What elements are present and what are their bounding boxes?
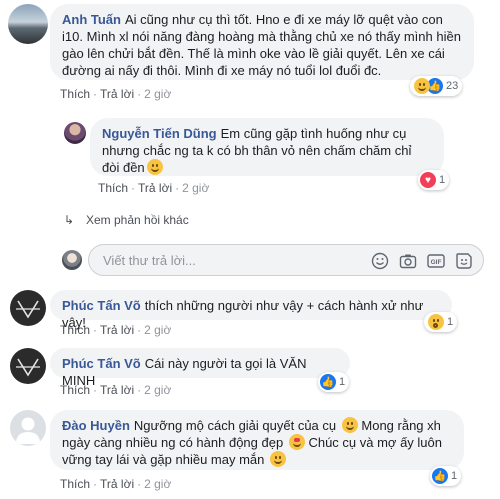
avatar <box>62 250 82 270</box>
comment-bubble: Nguyễn Tiến Dũng Em cũng gặp tình huống n… <box>90 118 444 176</box>
gif-icon[interactable]: GIF <box>427 252 445 270</box>
reaction-count: 1 <box>439 174 446 186</box>
comment-actions: Thích · Trả lời · 2 giờ <box>60 323 172 337</box>
wow-icon <box>428 314 444 330</box>
reply-link[interactable]: Trả lời <box>138 181 172 195</box>
logo-icon <box>16 358 40 377</box>
comment-author[interactable]: Đào Huyền <box>62 418 130 433</box>
default-avatar-icon <box>16 417 40 444</box>
comment-actions: Thích · Trả lời · 2 giờ <box>60 383 172 397</box>
reaction-summary[interactable]: 1 <box>424 312 458 332</box>
comment-actions: Thích · Trả lời · 2 giờ <box>60 477 172 491</box>
comment-author[interactable]: Phúc Tấn Võ <box>62 298 141 313</box>
avatar[interactable] <box>10 410 46 446</box>
sticker-icon[interactable] <box>455 252 473 270</box>
heart-icon: ♥ <box>420 172 436 188</box>
reaction-count: 1 <box>339 376 346 388</box>
logo-icon <box>16 300 40 319</box>
heart-eyes-icon <box>288 434 305 450</box>
smiley-icon[interactable] <box>371 252 389 270</box>
comment-text: Ai cũng như cụ thì tốt. Hno e đi xe máy … <box>62 12 461 78</box>
svg-text:GIF: GIF <box>431 259 442 266</box>
comment-author[interactable]: Nguyễn Tiến Dũng <box>102 126 217 141</box>
comment-bubble: Anh Tuấn Ai cũng như cụ thì tốt. Hno e đi… <box>50 4 474 80</box>
like-icon: 👍 <box>320 374 336 390</box>
comment-actions: Thích · Trả lời · 2 giờ <box>98 181 210 195</box>
comment-time[interactable]: 2 giờ <box>144 87 171 101</box>
comment-author[interactable]: Anh Tuấn <box>62 12 121 27</box>
like-link[interactable]: Thích <box>60 477 90 491</box>
like-link[interactable]: Thích <box>60 87 90 101</box>
avatar[interactable] <box>64 122 86 144</box>
reply-placeholder: Viết thư trả lời... <box>103 253 196 268</box>
comment-time[interactable]: 2 giờ <box>144 323 171 337</box>
reply-link[interactable]: Trả lời <box>100 383 134 397</box>
avatar[interactable] <box>10 290 46 326</box>
comment-actions: Thích · Trả lời · 2 giờ <box>60 87 172 101</box>
like-link[interactable]: Thích <box>60 323 90 337</box>
reaction-count: 23 <box>446 80 459 92</box>
reaction-summary[interactable]: 👍 1 <box>430 466 462 486</box>
reaction-summary[interactable]: 👍 23 <box>410 76 463 96</box>
camera-icon[interactable] <box>399 252 417 270</box>
reply-input[interactable]: Viết thư trả lời... GIF <box>88 244 484 276</box>
comment-bubble: Đào Huyền Ngưỡng mộ cách giải quyết của c… <box>50 410 464 470</box>
reply-link[interactable]: Trả lời <box>100 477 134 491</box>
reaction-count: 1 <box>447 316 454 328</box>
comment-time[interactable]: 2 giờ <box>144 477 171 491</box>
more-replies-link[interactable]: ↳ Xem phản hồi khác <box>64 212 189 228</box>
comment-text: Ngưỡng mộ cách giải quyết của cụ <box>133 418 337 433</box>
smile-icon <box>341 417 358 433</box>
like-icon: 👍 <box>432 468 448 484</box>
comment-time[interactable]: 2 giờ <box>144 383 171 397</box>
reaction-count: 1 <box>451 470 458 482</box>
like-link[interactable]: Thích <box>60 383 90 397</box>
reaction-summary[interactable]: ♥ 1 <box>418 170 450 190</box>
avatar[interactable] <box>10 348 46 384</box>
reply-arrow-icon: ↳ <box>64 213 75 227</box>
smile-icon <box>146 159 163 175</box>
comment-time[interactable]: 2 giờ <box>182 181 209 195</box>
comment-bubble: Phúc Tấn Võ thích những người như vậy + c… <box>50 290 452 330</box>
reply-link[interactable]: Trả lời <box>100 87 134 101</box>
comment-bubble: Phúc Tấn Võ Cái này người ta gọi là VĂN M… <box>50 348 350 388</box>
like-link[interactable]: Thích <box>98 181 128 195</box>
reply-link[interactable]: Trả lời <box>100 323 134 337</box>
more-replies-label: Xem phản hồi khác <box>86 213 189 227</box>
smile-icon <box>270 451 286 467</box>
laugh-icon <box>414 78 430 94</box>
comment-author[interactable]: Phúc Tấn Võ <box>62 356 141 371</box>
reaction-summary[interactable]: 👍 1 <box>318 372 350 392</box>
avatar[interactable] <box>8 4 48 44</box>
